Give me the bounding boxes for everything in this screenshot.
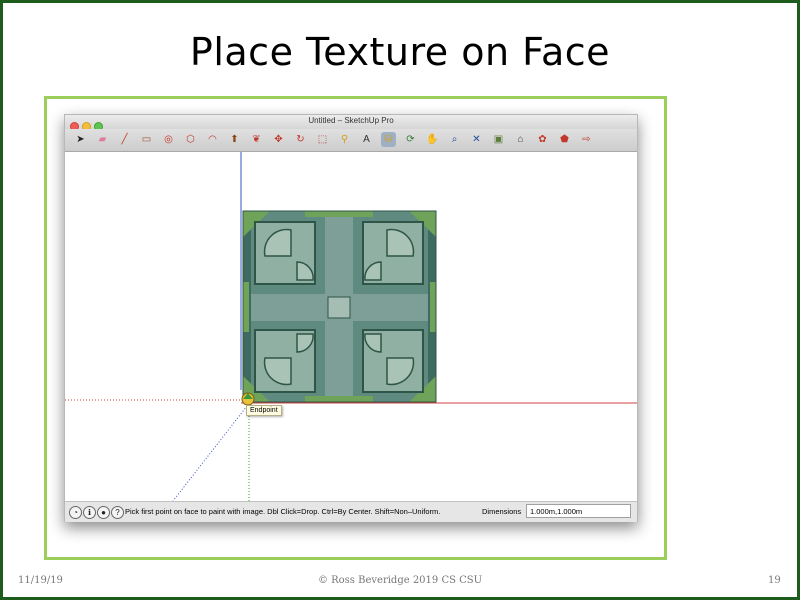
scene-canvas[interactable]	[65, 152, 637, 501]
texture-accent-left	[243, 282, 249, 332]
texture-accent-right	[430, 282, 436, 332]
slide-title: Place Texture on Face	[189, 30, 611, 74]
components-icon[interactable]: ▣	[491, 132, 506, 147]
texture-accent-bottom	[305, 396, 373, 402]
texture-quadrant-tl	[254, 221, 316, 285]
credits-icon[interactable]: ℹ	[83, 506, 96, 519]
zoom-icon[interactable]: ⌕	[447, 132, 462, 147]
eraser-icon[interactable]: ▰	[95, 132, 110, 147]
status-bar: ◔ ℹ ● ? Pick first point on face to pain…	[65, 501, 637, 522]
orbit-icon[interactable]: ⟳	[403, 132, 418, 147]
sketchup-window: Untitled – SketchUp Pro ➤ ▰ ╱ ▭ ◎ ⬡ ◠ ⬆ ❦ ✥ ↻ ⬚ ⚲ A ⛁ ⟳…	[64, 114, 638, 522]
main-toolbar: ➤ ▰ ╱ ▭ ◎ ⬡ ◠ ⬆ ❦ ✥ ↻ ⬚ ⚲ A ⛁ ⟳ ✋ ⌕ ✕ ▣ ⌂ ✿ ⬟ ⇨	[65, 129, 637, 152]
circle-icon[interactable]: ◎	[161, 132, 176, 147]
select-arrow-icon[interactable]: ➤	[73, 132, 88, 147]
push-pull-icon[interactable]: ⬆	[227, 132, 242, 147]
texture-quadrant-tr	[362, 221, 424, 285]
rotate-icon[interactable]: ↻	[293, 132, 308, 147]
scale-icon[interactable]: ⬚	[315, 132, 330, 147]
warehouse-icon[interactable]: ⌂	[513, 132, 528, 147]
window-title: Untitled – SketchUp Pro	[308, 116, 394, 125]
follow-me-icon[interactable]: ❦	[249, 132, 264, 147]
geo-location-icon[interactable]: ◔	[69, 506, 82, 519]
text-label-icon[interactable]: A	[359, 132, 374, 147]
rectangle-icon[interactable]: ▭	[139, 132, 154, 147]
pencil-line-icon[interactable]: ╱	[117, 132, 132, 147]
endpoint-tooltip: Endpoint	[246, 405, 282, 416]
status-message: Pick first point on face to paint with i…	[125, 507, 441, 516]
footer-copyright: © Ross Beveridge 2019 CS CSU	[317, 575, 483, 586]
texture-cross-center	[327, 296, 351, 319]
zoom-extents-icon[interactable]: ✕	[469, 132, 484, 147]
arc-icon[interactable]: ◠	[205, 132, 220, 147]
dimensions-input[interactable]: 1.000m,1.000m	[526, 504, 631, 518]
textured-face	[242, 210, 437, 403]
drawing-viewport[interactable]: Endpoint	[65, 152, 637, 501]
move-icon[interactable]: ✥	[271, 132, 286, 147]
paint-bucket-cursor-icon	[241, 392, 255, 406]
paint-bucket-icon[interactable]: ⛁	[381, 132, 396, 147]
extension-warehouse-icon[interactable]: ✿	[535, 132, 550, 147]
slide-number: 19	[768, 575, 781, 586]
share-model-icon[interactable]: ⬟	[557, 132, 572, 147]
polygon-icon[interactable]: ⬡	[183, 132, 198, 147]
send-to-layout-icon[interactable]: ⇨	[579, 132, 594, 147]
texture-accent-top	[305, 211, 373, 217]
help-icon[interactable]: ?	[111, 506, 124, 519]
texture-quadrant-bl	[254, 329, 316, 393]
window-titlebar: Untitled – SketchUp Pro	[65, 115, 637, 131]
dimensions-label: Dimensions	[482, 507, 522, 516]
blue-axis-negative	[172, 405, 248, 501]
tape-measure-icon[interactable]: ⚲	[337, 132, 352, 147]
pan-hand-icon[interactable]: ✋	[425, 132, 440, 147]
texture-quadrant-br	[362, 329, 424, 393]
user-account-icon[interactable]: ●	[97, 506, 110, 519]
